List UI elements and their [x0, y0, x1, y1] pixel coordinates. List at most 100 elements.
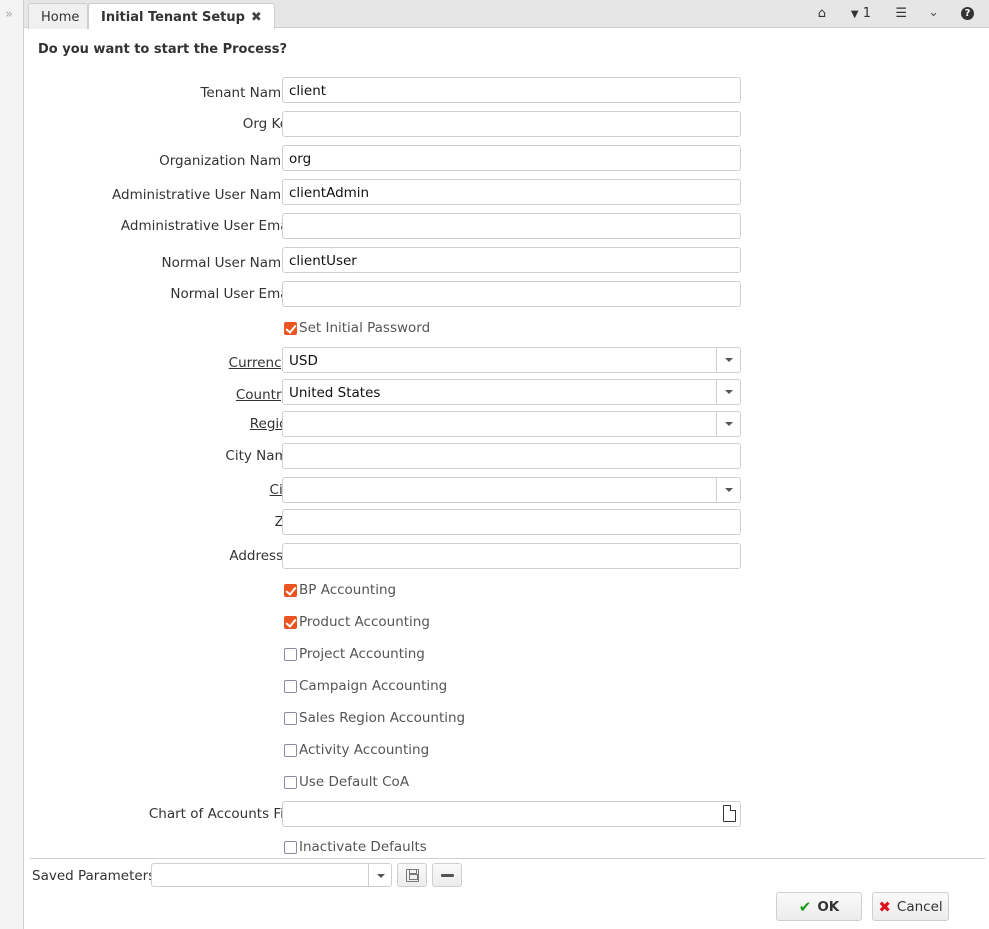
organization-name-input[interactable]: org	[282, 145, 741, 171]
floppy-disk-icon	[406, 869, 419, 882]
double-chevron-down-icon[interactable]: ⌄	[928, 5, 939, 20]
checkbox-label: Project Accounting	[299, 646, 425, 662]
normal-user-email-input[interactable]	[282, 281, 741, 307]
field-row-normal-user-name: Normal User Name*clientUser	[24, 247, 744, 273]
saved-parameters-label: Saved Parameters	[32, 868, 156, 884]
label-text: Tenant Name	[200, 85, 290, 101]
normal-user-email-label: Normal User Email	[170, 286, 296, 302]
close-tab-icon[interactable]: ✖	[251, 10, 262, 25]
minus-icon	[441, 874, 454, 877]
window-list-dropdown[interactable]: ▼ 1	[851, 6, 871, 21]
label-text: Administrative User Email	[120, 218, 296, 234]
checkbox-label: Activity Accounting	[299, 742, 430, 758]
field-row-chart-of-accounts-file: Chart of Accounts File	[24, 801, 744, 827]
home-icon[interactable]: ⌂	[818, 6, 826, 21]
checkbox-sales-region-accounting[interactable]: Sales Region Accounting	[284, 709, 465, 727]
normal-user-name-input[interactable]: clientUser	[282, 247, 741, 273]
administrative-user-name-label: Administrative User Name*	[112, 184, 296, 203]
tab-initial-tenant-setup[interactable]: Initial Tenant Setup ✖	[88, 3, 275, 29]
help-icon[interactable]: ?	[961, 7, 974, 20]
bars-icon[interactable]: ☰	[895, 6, 907, 21]
field-row-org-key: Org Key	[24, 111, 744, 137]
checkbox-unchecked-icon[interactable]	[284, 775, 297, 789]
organization-name-label: Organization Name*	[159, 150, 296, 169]
checkbox-label: Product Accounting	[299, 614, 430, 630]
checkbox-unchecked-icon[interactable]	[284, 840, 297, 854]
check-icon: ✔	[798, 897, 812, 916]
checkbox-unchecked-icon[interactable]	[284, 647, 297, 661]
saved-parameters-combo[interactable]	[151, 863, 392, 887]
administrative-user-name-input[interactable]: clientAdmin	[282, 179, 741, 205]
checkbox-set-initial-password[interactable]: Set Initial Password	[284, 319, 430, 337]
checkbox-unchecked-icon[interactable]	[284, 743, 297, 757]
field-value: USD	[289, 353, 318, 369]
dropdown-arrow-icon[interactable]	[716, 348, 740, 372]
caret-down-icon: ▼	[850, 9, 859, 20]
dropdown-arrow-icon[interactable]	[716, 412, 740, 436]
label-text: Normal User Name	[161, 255, 290, 271]
dropdown-arrow-icon[interactable]	[368, 864, 391, 886]
label-text: Normal User Email	[170, 286, 296, 302]
ok-button[interactable]: ✔ OK	[776, 892, 862, 921]
checkbox-inactivate-defaults[interactable]: Inactivate Defaults	[284, 838, 427, 856]
checkbox-use-default-coa[interactable]: Use Default CoA	[284, 773, 409, 791]
checkbox-activity-accounting[interactable]: Activity Accounting	[284, 741, 429, 759]
checkbox-label: Campaign Accounting	[299, 678, 448, 694]
field-value: United States	[289, 385, 381, 401]
field-row-administrative-user-email: Administrative User Email	[24, 213, 744, 239]
checkbox-unchecked-icon[interactable]	[284, 711, 297, 725]
checkbox-label: Use Default CoA	[299, 774, 410, 790]
file-icon[interactable]	[723, 805, 736, 822]
tab-bar: Home Initial Tenant Setup ✖ ⌂ ▼ 1 ☰ ⌄ ?	[24, 0, 989, 29]
delete-parameters-button[interactable]	[432, 863, 462, 887]
address-1-input[interactable]	[282, 543, 741, 569]
field-row-city: City	[24, 477, 744, 503]
administrative-user-email-label: Administrative User Email	[121, 218, 296, 234]
label-text: Organization Name	[159, 153, 290, 169]
region-combo[interactable]	[282, 411, 741, 437]
checkbox-unchecked-icon[interactable]	[284, 679, 297, 693]
field-value: org	[289, 151, 312, 167]
field-row-country: Country*United States	[24, 379, 744, 405]
org-key-input[interactable]	[282, 111, 741, 137]
city-name-input[interactable]	[282, 443, 741, 469]
zip-input[interactable]	[282, 509, 741, 535]
label-text: Chart of Accounts File	[148, 806, 296, 822]
checkbox-checked-icon[interactable]	[284, 583, 297, 597]
tab-label: Initial Tenant Setup	[101, 10, 245, 25]
field-row-currency: Currency*USD	[24, 347, 744, 373]
checkbox-checked-icon[interactable]	[284, 615, 297, 629]
x-icon: ✖	[878, 897, 891, 916]
chart-of-accounts-file-label: Chart of Accounts File	[149, 806, 296, 822]
checkbox-label: Set Initial Password	[299, 320, 431, 336]
field-row-city-name: City Name	[24, 443, 744, 469]
cancel-label: Cancel	[896, 898, 943, 915]
checkbox-project-accounting[interactable]: Project Accounting	[284, 645, 425, 663]
field-value: clientUser	[289, 253, 357, 269]
window-count: 1	[862, 6, 871, 21]
field-row-normal-user-email: Normal User Email	[24, 281, 744, 307]
tab-home[interactable]: Home	[28, 3, 88, 29]
administrative-user-email-input[interactable]	[282, 213, 741, 239]
checkbox-checked-icon[interactable]	[284, 321, 297, 335]
country-combo[interactable]: United States	[282, 379, 741, 405]
checkbox-bp-accounting[interactable]: BP Accounting	[284, 581, 396, 599]
dropdown-arrow-icon[interactable]	[716, 380, 740, 404]
checkbox-label: BP Accounting	[299, 582, 397, 598]
tenant-name-input[interactable]: client	[282, 77, 741, 103]
field-value: clientAdmin	[289, 185, 370, 201]
dropdown-arrow-icon[interactable]	[716, 478, 740, 502]
label-text: Currency	[228, 355, 290, 371]
save-parameters-button[interactable]	[397, 863, 427, 887]
field-row-address-1: Address 1	[24, 543, 744, 569]
field-row-administrative-user-name: Administrative User Name*clientAdmin	[24, 179, 744, 205]
chart-of-accounts-file-input[interactable]	[282, 801, 741, 827]
currency-combo[interactable]: USD	[282, 347, 741, 373]
checkbox-campaign-accounting[interactable]: Campaign Accounting	[284, 677, 447, 695]
footer-divider	[30, 858, 985, 859]
city-combo[interactable]	[282, 477, 741, 503]
checkbox-product-accounting[interactable]: Product Accounting	[284, 613, 430, 631]
expand-panel-icon[interactable]: »	[5, 7, 13, 22]
cancel-button[interactable]: ✖ Cancel	[872, 892, 949, 921]
west-panel-collapsed: »	[0, 0, 24, 929]
